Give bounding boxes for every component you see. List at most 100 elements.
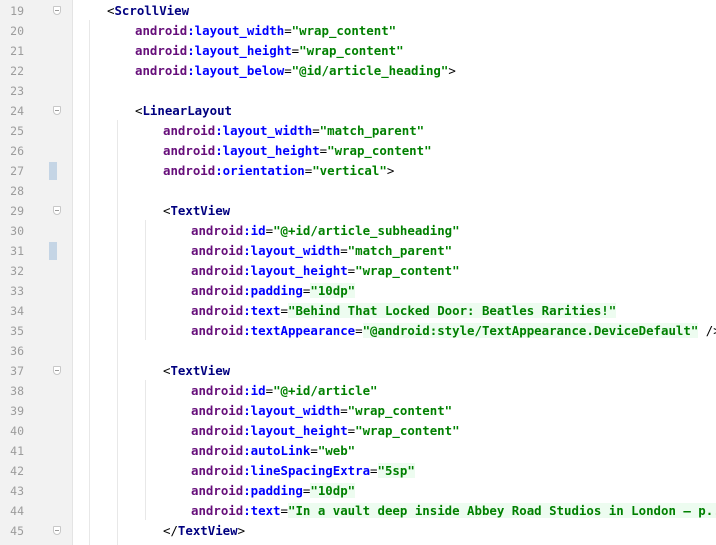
line-number: 27 [10,164,24,178]
code-token: "wrap_content" [291,23,397,38]
code-line[interactable]: 41 android:autoLink="web" [0,441,716,461]
code-line[interactable]: 37 <TextView [0,361,716,381]
fold-icon[interactable] [53,366,61,375]
code-token: /> [705,323,716,338]
code-token: = [340,243,348,258]
line-number: 44 [10,504,24,518]
code-token: :layout_height [187,43,292,58]
code-line[interactable]: 45 </TextView> [0,521,716,541]
code-token: "@id/article_heading" [291,63,449,78]
code-token: = [355,323,363,338]
code-line[interactable]: 36 [0,341,716,361]
code-text: android:orientation="vertical"> [163,161,394,181]
code-token: android [191,463,244,478]
code-line[interactable]: 21 android:layout_height="wrap_content" [0,41,716,61]
code-line[interactable]: 25 android:layout_width="match_parent" [0,121,716,141]
code-line[interactable]: 29 <TextView [0,201,716,221]
code-token: = [284,63,292,78]
code-token: = [280,503,288,518]
code-line[interactable]: 24 <LinearLayout [0,101,716,121]
code-token: android [191,423,244,438]
code-text: android:text="In a vault deep inside Abb… [191,501,716,521]
code-line[interactable]: 26 android:layout_height="wrap_content" [0,141,716,161]
code-token: "wrap_content" [299,43,404,58]
code-text: android:layout_height="wrap_content" [163,141,432,161]
code-token: > [386,163,395,178]
line-number: 19 [10,4,24,18]
code-token: :padding [243,483,303,498]
code-text: android:layout_height="wrap_content" [135,41,404,61]
code-token: android [191,263,244,278]
code-line[interactable]: 40 android:layout_height="wrap_content" [0,421,716,441]
code-token: android [191,483,244,498]
code-line[interactable]: 39 android:layout_width="wrap_content" [0,401,716,421]
line-number: 39 [10,404,24,418]
fold-icon[interactable] [53,206,61,215]
line-number: 36 [10,344,24,358]
code-line[interactable]: 32 android:layout_height="wrap_content" [0,261,716,281]
code-text: android:autoLink="web" [191,441,355,461]
code-line[interactable]: 38 android:id="@+id/article" [0,381,716,401]
line-number: 42 [10,464,24,478]
code-line[interactable]: 43 android:padding="10dp" [0,481,716,501]
line-number: 45 [10,524,24,538]
code-token: android [191,403,244,418]
code-text: android:lineSpacingExtra="5sp" [191,461,415,481]
line-number: 23 [10,84,24,98]
code-token: android [163,143,216,158]
code-line[interactable]: 20 android:layout_width="wrap_content" [0,21,716,41]
code-token: "@+id/article" [273,383,378,398]
fold-icon[interactable] [53,6,61,15]
code-line[interactable]: 19 <ScrollView [0,1,716,21]
line-number: 37 [10,364,24,378]
code-token: "10dp" [310,483,356,498]
code-text: android:id="@+id/article" [191,381,378,401]
code-token: :text [243,303,281,318]
code-line[interactable]: 23 [0,81,716,101]
code-editor[interactable]: 19 <ScrollView 20 android:layout_width="wra… [0,0,716,545]
code-token: = [347,423,356,438]
code-line[interactable]: 28 [0,181,716,201]
code-token: "In a vault deep inside Abbey Road Studi… [288,503,716,518]
code-token: "wrap_content" [355,263,460,278]
code-token: = [310,443,318,458]
line-number: 38 [10,384,24,398]
code-text: android:text="Behind That Locked Door: B… [191,301,617,321]
code-line[interactable]: 27 android:orientation="vertical"> [0,161,716,181]
code-token: = [284,23,292,38]
fold-icon[interactable] [53,526,61,535]
code-token: android [135,63,188,78]
code-text: android:layout_width="match_parent" [191,241,452,261]
code-token: "match_parent" [319,123,425,138]
line-number: 26 [10,144,24,158]
code-line[interactable]: 34 android:text="Behind That Locked Door:… [0,301,716,321]
code-token: = [347,263,356,278]
code-text: </TextView> [163,521,245,541]
code-token: android [163,123,216,138]
line-number: 21 [10,44,24,58]
code-token: = [319,143,328,158]
code-token: :orientation [215,163,305,178]
code-token: = [280,303,288,318]
code-token: = [291,43,300,58]
code-line[interactable]: 30 android:id="@+id/article_subheading" [0,221,716,241]
code-token: "match_parent" [347,243,453,258]
code-text: android:layout_width="wrap_content" [191,401,452,421]
line-number: 31 [10,244,24,258]
change-marker [49,242,57,260]
code-line[interactable]: 33 android:padding="10dp" [0,281,716,301]
code-token: :layout_height [243,263,348,278]
fold-icon[interactable] [53,106,61,115]
line-number: 33 [10,284,24,298]
code-line[interactable]: 31 android:layout_width="match_parent" [0,241,716,261]
code-line[interactable]: 22 android:layout_below="@id/article_head… [0,61,716,81]
code-line[interactable]: 42 android:lineSpacingExtra="5sp" [0,461,716,481]
code-token: android [191,283,244,298]
code-token: :padding [243,283,303,298]
code-text: <TextView [163,201,230,221]
code-line[interactable]: 44 android:text="In a vault deep inside A… [0,501,716,521]
code-token: android [135,43,188,58]
code-token: :layout_width [187,23,285,38]
code-token: android [191,443,244,458]
code-line[interactable]: 35 android:textAppearance="@android:style… [0,321,716,341]
